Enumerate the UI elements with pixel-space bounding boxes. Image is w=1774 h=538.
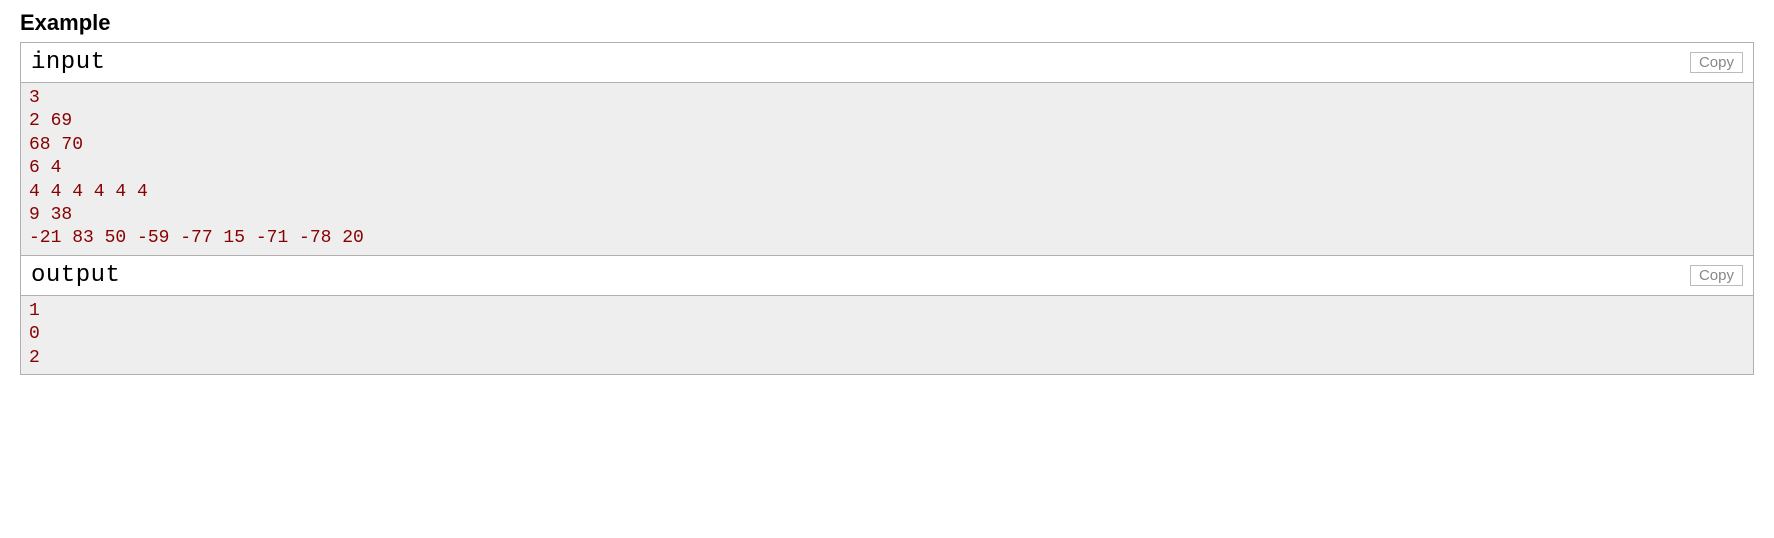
- example-container: input Copy 3 2 69 68 70 6 4 4 4 4 4 4 4 …: [20, 42, 1754, 375]
- example-title: Example: [20, 10, 1754, 36]
- input-label: input: [31, 49, 106, 76]
- copy-output-button[interactable]: Copy: [1690, 265, 1743, 286]
- input-header: input Copy: [21, 43, 1753, 83]
- output-header: output Copy: [21, 255, 1753, 296]
- copy-input-button[interactable]: Copy: [1690, 52, 1743, 73]
- input-content: 3 2 69 68 70 6 4 4 4 4 4 4 4 9 38 -21 83…: [21, 83, 1753, 255]
- output-label: output: [31, 262, 120, 289]
- output-content: 1 0 2: [21, 296, 1753, 374]
